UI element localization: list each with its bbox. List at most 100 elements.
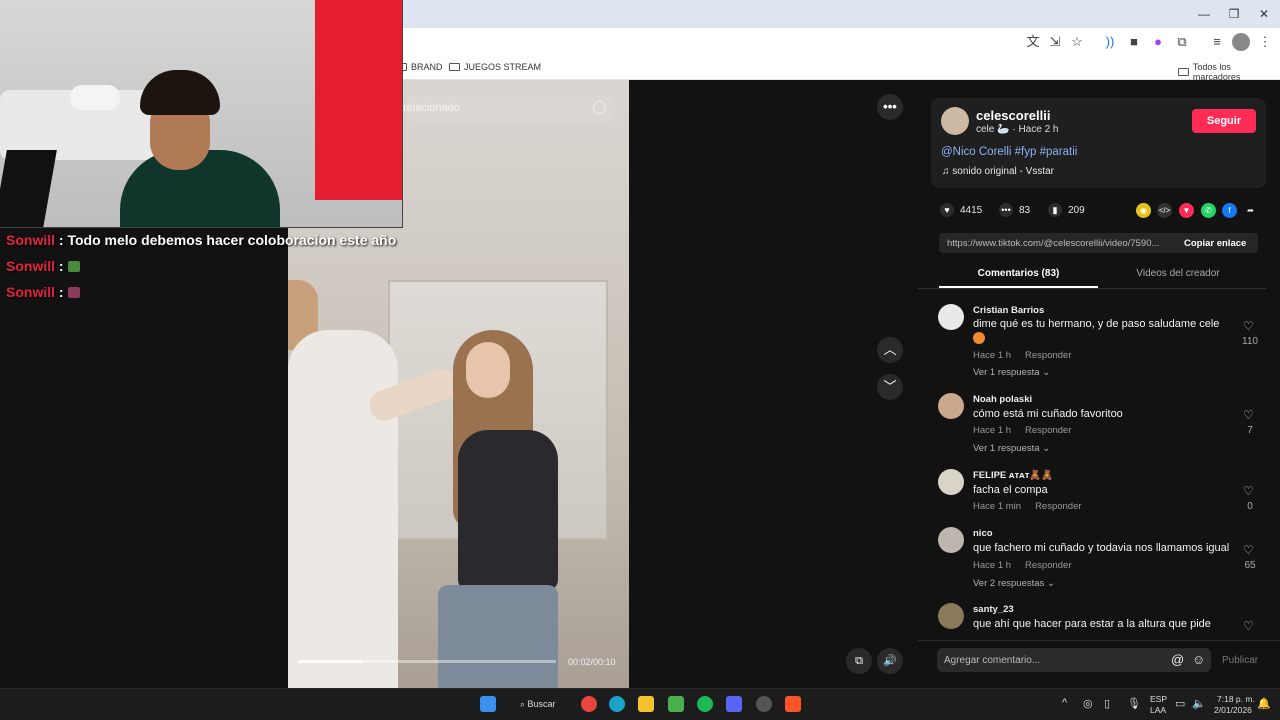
taskbar-search[interactable]: ⌕ Buscar: [520, 699, 556, 710]
file-explorer-icon[interactable]: [638, 696, 654, 712]
windows-start-icon[interactable]: [480, 696, 496, 712]
view-replies-label: Ver 1 respuesta: [973, 443, 1040, 454]
comment-like-heart-icon[interactable]: ♡: [1243, 319, 1254, 333]
view-replies-link[interactable]: Ver 2 respuestas ⌄: [973, 578, 1055, 589]
send-icon[interactable]: ▼: [1179, 203, 1194, 218]
emoji-picker-icon[interactable]: ☺: [1192, 652, 1205, 667]
view-replies-label: Ver 2 respuestas: [973, 578, 1045, 589]
microphone-icon[interactable]: 🎙: [1127, 697, 1141, 710]
minimize-icon[interactable]: —: [1189, 4, 1219, 24]
video-scene-skirt: [438, 585, 558, 688]
tab-comments[interactable]: Comentarios (83): [939, 268, 1098, 279]
copy-link-button[interactable]: Copiar enlace: [1184, 238, 1246, 249]
author-avatar[interactable]: [941, 107, 969, 135]
browser-menu-icon[interactable]: ⋮: [1256, 33, 1274, 51]
edge-icon[interactable]: [609, 696, 625, 712]
webcam-border: [0, 0, 403, 228]
clock-date[interactable]: 2/01/2026: [1214, 705, 1252, 715]
extension-audio-icon[interactable]: )): [1101, 33, 1119, 51]
reply-button[interactable]: Responder: [1025, 350, 1071, 361]
commenter-avatar[interactable]: [938, 527, 964, 553]
chevron-up-icon[interactable]: ︿: [877, 337, 903, 363]
discord-icon[interactable]: [726, 696, 742, 712]
commenter-name[interactable]: FELIPE ᴀᴛᴀᴛ🧸🧸: [973, 470, 1053, 481]
sound-row[interactable]: ♫ sonido original - Vsstar: [942, 166, 1054, 177]
reply-button[interactable]: Responder: [1035, 501, 1081, 512]
coin-icon[interactable]: ◉: [1136, 203, 1151, 218]
more-options-icon[interactable]: •••: [877, 94, 903, 120]
chrome-icon[interactable]: [581, 696, 597, 712]
network-icon[interactable]: ▭: [1175, 697, 1185, 710]
author-username[interactable]: celescorellii: [976, 108, 1050, 123]
translate-icon[interactable]: 文: [1024, 33, 1042, 51]
heart-icon: ♥: [940, 203, 954, 217]
chevron-up-icon[interactable]: ^: [1062, 697, 1067, 709]
tab-search-icon[interactable]: ≡: [1208, 33, 1226, 51]
extensions-puzzle-icon[interactable]: ⧉: [1173, 33, 1191, 51]
commenter-name[interactable]: Cristian Barrios: [973, 305, 1044, 316]
restore-icon[interactable]: ❐: [1219, 4, 1249, 24]
commenter-name[interactable]: Noah polaski: [973, 394, 1032, 405]
extension-game-icon[interactable]: ■: [1125, 33, 1143, 51]
bookmark-juegos-stream[interactable]: JUEGOS STREAM: [449, 62, 541, 72]
usb-icon[interactable]: ▯: [1104, 697, 1110, 710]
follow-button[interactable]: Seguir: [1192, 109, 1256, 133]
commenter-avatar[interactable]: [938, 469, 964, 495]
clock-time[interactable]: 7:18 p. m.: [1217, 694, 1255, 704]
comment-like-heart-icon[interactable]: ♡: [1243, 484, 1254, 498]
like-stat[interactable]: ♥ 4415: [940, 203, 982, 217]
comment-like-heart-icon[interactable]: ♡: [1243, 619, 1254, 633]
chat-message: Sonwill :: [6, 258, 80, 274]
bookmark-all[interactable]: Todos los marcadores: [1178, 62, 1280, 82]
view-replies-link[interactable]: Ver 1 respuesta ⌄: [973, 367, 1050, 378]
profile-avatar-icon[interactable]: [1232, 33, 1250, 51]
volume-icon[interactable]: 🔊: [877, 648, 903, 674]
brave-icon[interactable]: [785, 696, 801, 712]
like-count: 4415: [960, 204, 983, 216]
share-link-url[interactable]: https://www.tiktok.com/@celescorellii/vi…: [947, 238, 1172, 249]
minecraft-icon[interactable]: [668, 696, 684, 712]
video-progress-fill: [298, 660, 363, 663]
mention-icon[interactable]: @: [1171, 652, 1184, 667]
reply-button[interactable]: Responder: [1025, 560, 1071, 571]
chevron-down-icon[interactable]: ﹀: [877, 374, 903, 400]
comment-text: que fachero mi cuñado y todavia nos llam…: [973, 542, 1230, 554]
tab-creator-videos[interactable]: Videos del creador: [1098, 268, 1258, 279]
video-caption[interactable]: @Nico Corelli #fyp #paratii: [941, 146, 1077, 158]
notification-icon[interactable]: 🔔: [1257, 697, 1271, 710]
comment-like-heart-icon[interactable]: ♡: [1243, 543, 1254, 557]
commenter-name[interactable]: nico: [973, 528, 993, 539]
commenter-avatar[interactable]: [938, 393, 964, 419]
comment-meta: Hace 1 h Responder: [973, 560, 1072, 571]
reply-button[interactable]: Responder: [1025, 425, 1071, 436]
bookmark-star-icon[interactable]: ☆: [1068, 33, 1086, 51]
sound-label: sonido original - Vsstar: [952, 166, 1054, 177]
comment-time: Hace 1 h: [973, 350, 1012, 361]
floating-player-icon[interactable]: ⧉: [846, 648, 872, 674]
publish-button[interactable]: Publicar: [1222, 655, 1258, 666]
comment-stat[interactable]: ••• 83: [999, 203, 1030, 217]
commenter-name[interactable]: santy_23: [973, 604, 1014, 615]
save-stat[interactable]: ▮ 209: [1048, 203, 1085, 217]
install-app-icon[interactable]: ⇲: [1046, 33, 1064, 51]
chat-username: Sonwill: [6, 284, 55, 300]
extension-ghost-icon[interactable]: ●: [1149, 33, 1167, 51]
view-replies-link[interactable]: Ver 1 respuesta ⌄: [973, 443, 1050, 454]
close-icon[interactable]: ✕: [1249, 4, 1279, 24]
whatsapp-icon[interactable]: ✆: [1201, 203, 1216, 218]
obs-icon[interactable]: [756, 696, 772, 712]
volume-icon[interactable]: 🔈: [1192, 697, 1206, 710]
spotify-icon[interactable]: [697, 696, 713, 712]
video-scene-person: [288, 330, 398, 688]
share-arrow-icon[interactable]: ➦: [1243, 203, 1258, 218]
embed-icon[interactable]: </>: [1157, 203, 1172, 218]
commenter-avatar[interactable]: [938, 304, 964, 330]
input-language[interactable]: ESP: [1150, 694, 1167, 704]
bookmark-label: Todos los marcadores: [1192, 62, 1241, 82]
commenter-avatar[interactable]: [938, 603, 964, 629]
tray-app-icon[interactable]: ◎: [1083, 697, 1093, 710]
search-icon[interactable]: [593, 101, 606, 114]
comment-like-heart-icon[interactable]: ♡: [1243, 408, 1254, 422]
facebook-icon[interactable]: f: [1222, 203, 1237, 218]
taskbar-search-label: Buscar: [527, 699, 556, 709]
